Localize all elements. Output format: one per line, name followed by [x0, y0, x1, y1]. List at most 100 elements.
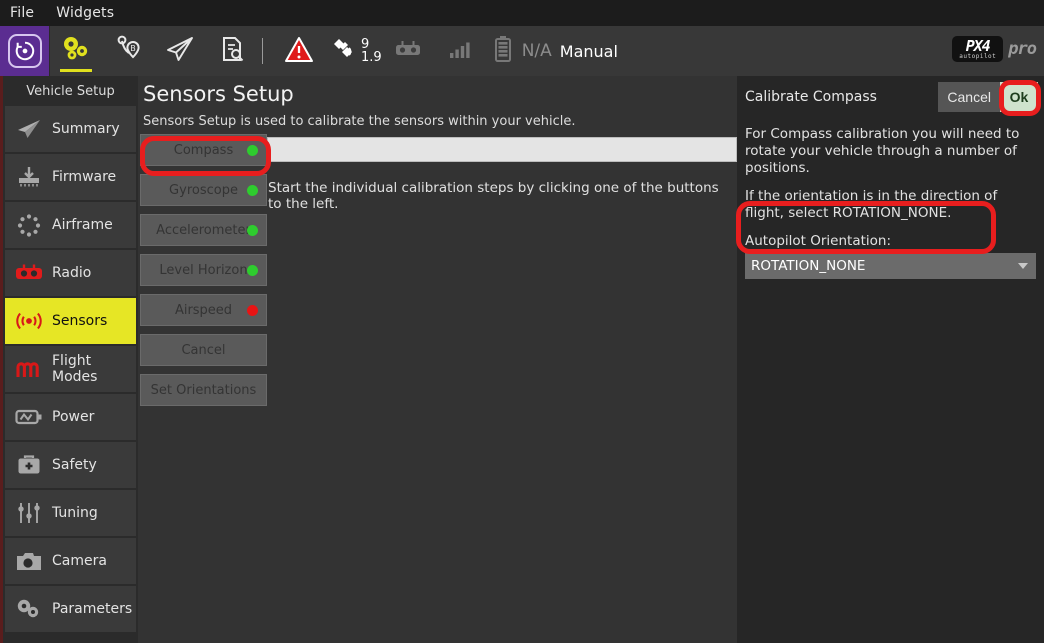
sidebar-item-label: Radio [52, 265, 91, 281]
toolbar-status-telemetry[interactable] [434, 26, 486, 76]
compass-status-indicator [247, 145, 258, 156]
sidebar-item-flight-modes[interactable]: Flight Modes [5, 346, 136, 392]
sidebar-item-label: Camera [52, 553, 107, 569]
panel-title: Calibrate Compass [745, 89, 938, 105]
px4-brand-name: PX4 [966, 39, 990, 53]
sidebar-item-camera[interactable]: Camera [5, 538, 136, 584]
px4-brand-tagline: autopilot [959, 53, 996, 60]
menu-item-widgets[interactable]: Widgets [56, 5, 114, 21]
flight-modes-icon [15, 356, 43, 382]
toolbar-button-analyze[interactable] [206, 26, 258, 76]
app-window: File Widgets [0, 0, 1044, 643]
safety-kit-icon [15, 452, 43, 478]
power-battery-icon [15, 404, 43, 430]
button-label: Cancel [181, 343, 225, 358]
sidebar-item-label: Summary [52, 121, 120, 137]
sidebar-item-label: Sensors [52, 313, 107, 329]
calibrate-gyroscope-button[interactable]: Gyroscope [140, 174, 267, 206]
button-label: Compass [174, 143, 233, 158]
toolbar-status-rc[interactable] [382, 26, 434, 76]
sidebar: Vehicle Setup Summary [0, 76, 138, 643]
camera-icon [15, 548, 43, 574]
sidebar-item-parameters[interactable]: Parameters [5, 586, 136, 632]
page-title: Sensors Setup [138, 76, 737, 106]
sidebar-title: Vehicle Setup [3, 79, 138, 106]
download-chip-icon [15, 164, 43, 190]
calibrate-level-horizon-button[interactable]: Level Horizon [140, 254, 267, 286]
cancel-calibration-button[interactable]: Cancel [140, 334, 267, 366]
level-horizon-status-indicator [247, 265, 258, 276]
sidebar-item-sensors[interactable]: Sensors [5, 298, 136, 344]
selected-orientation-value: ROTATION_NONE [751, 258, 865, 274]
sidebar-item-tuning[interactable]: Tuning [5, 490, 136, 536]
plan-waypoints-icon: B [113, 34, 143, 68]
sidebar-item-label: Safety [52, 457, 97, 473]
battery-value: N/A [522, 41, 552, 61]
toolbar-status-battery[interactable] [486, 26, 520, 76]
px4-pro-logo: PX4 autopilot pro [952, 36, 1036, 62]
rc-controller-icon [394, 39, 422, 63]
gears-setup-icon [60, 34, 92, 68]
autopilot-orientation-select[interactable]: ROTATION_NONE [745, 253, 1036, 279]
qgc-logo-icon[interactable] [0, 26, 50, 76]
sidebar-item-summary[interactable]: Summary [5, 106, 136, 152]
svg-text:B: B [130, 44, 136, 53]
battery-icon [494, 35, 512, 67]
calibrate-airspeed-button[interactable]: Airspeed [140, 294, 267, 326]
page-subtitle: Sensors Setup is used to calibrate the s… [138, 106, 737, 129]
instruction-paragraph-2: If the orientation is in the direction o… [745, 188, 1036, 222]
menu-item-file[interactable]: File [10, 5, 34, 21]
cancel-button[interactable]: Cancel [938, 82, 1000, 112]
gps-satellite-icon [330, 35, 360, 67]
set-orientations-button[interactable]: Set Orientations [140, 374, 267, 406]
radio-icon [15, 260, 43, 286]
gears-icon [15, 596, 43, 622]
ok-button[interactable]: Ok [1000, 82, 1038, 112]
sidebar-item-radio[interactable]: Radio [5, 250, 136, 296]
calibration-button-column: Compass Gyroscope Accelerometer Level Ho… [140, 134, 267, 414]
calibrate-compass-panel: Calibrate Compass Cancel Ok For Compass … [737, 76, 1044, 643]
sidebar-item-label: Tuning [52, 505, 98, 521]
calibrate-accelerometer-button[interactable]: Accelerometer [140, 214, 267, 246]
sidebar-item-power[interactable]: Power [5, 394, 136, 440]
toolbar-button-plan[interactable]: B [102, 26, 154, 76]
panel-header: Calibrate Compass Cancel Ok [737, 76, 1044, 118]
telemetry-signal-icon [448, 39, 472, 63]
toolbar: B [0, 26, 1044, 76]
flight-mode-label[interactable]: Manual [560, 42, 618, 61]
sidebar-item-label: Power [52, 409, 94, 425]
gyroscope-status-indicator [247, 185, 258, 196]
sidebar-item-label: Firmware [52, 169, 116, 185]
sidebar-item-safety[interactable]: Safety [5, 442, 136, 488]
toolbar-divider [262, 38, 263, 64]
button-label: Airspeed [175, 303, 232, 318]
toolbar-button-fly[interactable] [154, 26, 206, 76]
button-label: Level Horizon [159, 263, 247, 278]
button-label: Set Orientations [151, 383, 257, 398]
toolbar-button-vehicle-setup[interactable] [50, 26, 102, 76]
toolbar-status-warning[interactable] [273, 26, 325, 76]
sensor-waves-icon [15, 308, 43, 334]
px4-pro-text: pro [1008, 39, 1036, 59]
orientation-label: Autopilot Orientation: [745, 233, 1036, 249]
warning-triangle-icon [284, 36, 314, 67]
sidebar-item-airframe[interactable]: Airframe [5, 202, 136, 248]
paperplane-icon [15, 116, 43, 142]
instruction-paragraph-1: For Compass calibration you will need to… [745, 126, 1036, 177]
toolbar-status-gps[interactable] [325, 26, 365, 76]
button-label: Accelerometer [156, 223, 251, 238]
panel-body: For Compass calibration you will need to… [737, 118, 1044, 279]
calibration-progress-bar [267, 137, 737, 162]
calibration-hint-text: Start the individual calibration steps b… [268, 180, 728, 212]
analyze-document-icon [218, 35, 246, 67]
sidebar-item-label: Flight Modes [52, 353, 136, 385]
main-content: Sensors Setup Sensors Setup is used to c… [138, 76, 737, 643]
menu-bar: File Widgets [0, 0, 1044, 26]
sliders-icon [15, 500, 43, 526]
calibrate-compass-button[interactable]: Compass [140, 134, 267, 166]
sidebar-item-label: Parameters [52, 601, 132, 617]
sidebar-item-firmware[interactable]: Firmware [5, 154, 136, 200]
button-label: Gyroscope [169, 183, 238, 198]
chevron-down-icon [1018, 263, 1028, 269]
fly-paperplane-icon [165, 35, 195, 67]
